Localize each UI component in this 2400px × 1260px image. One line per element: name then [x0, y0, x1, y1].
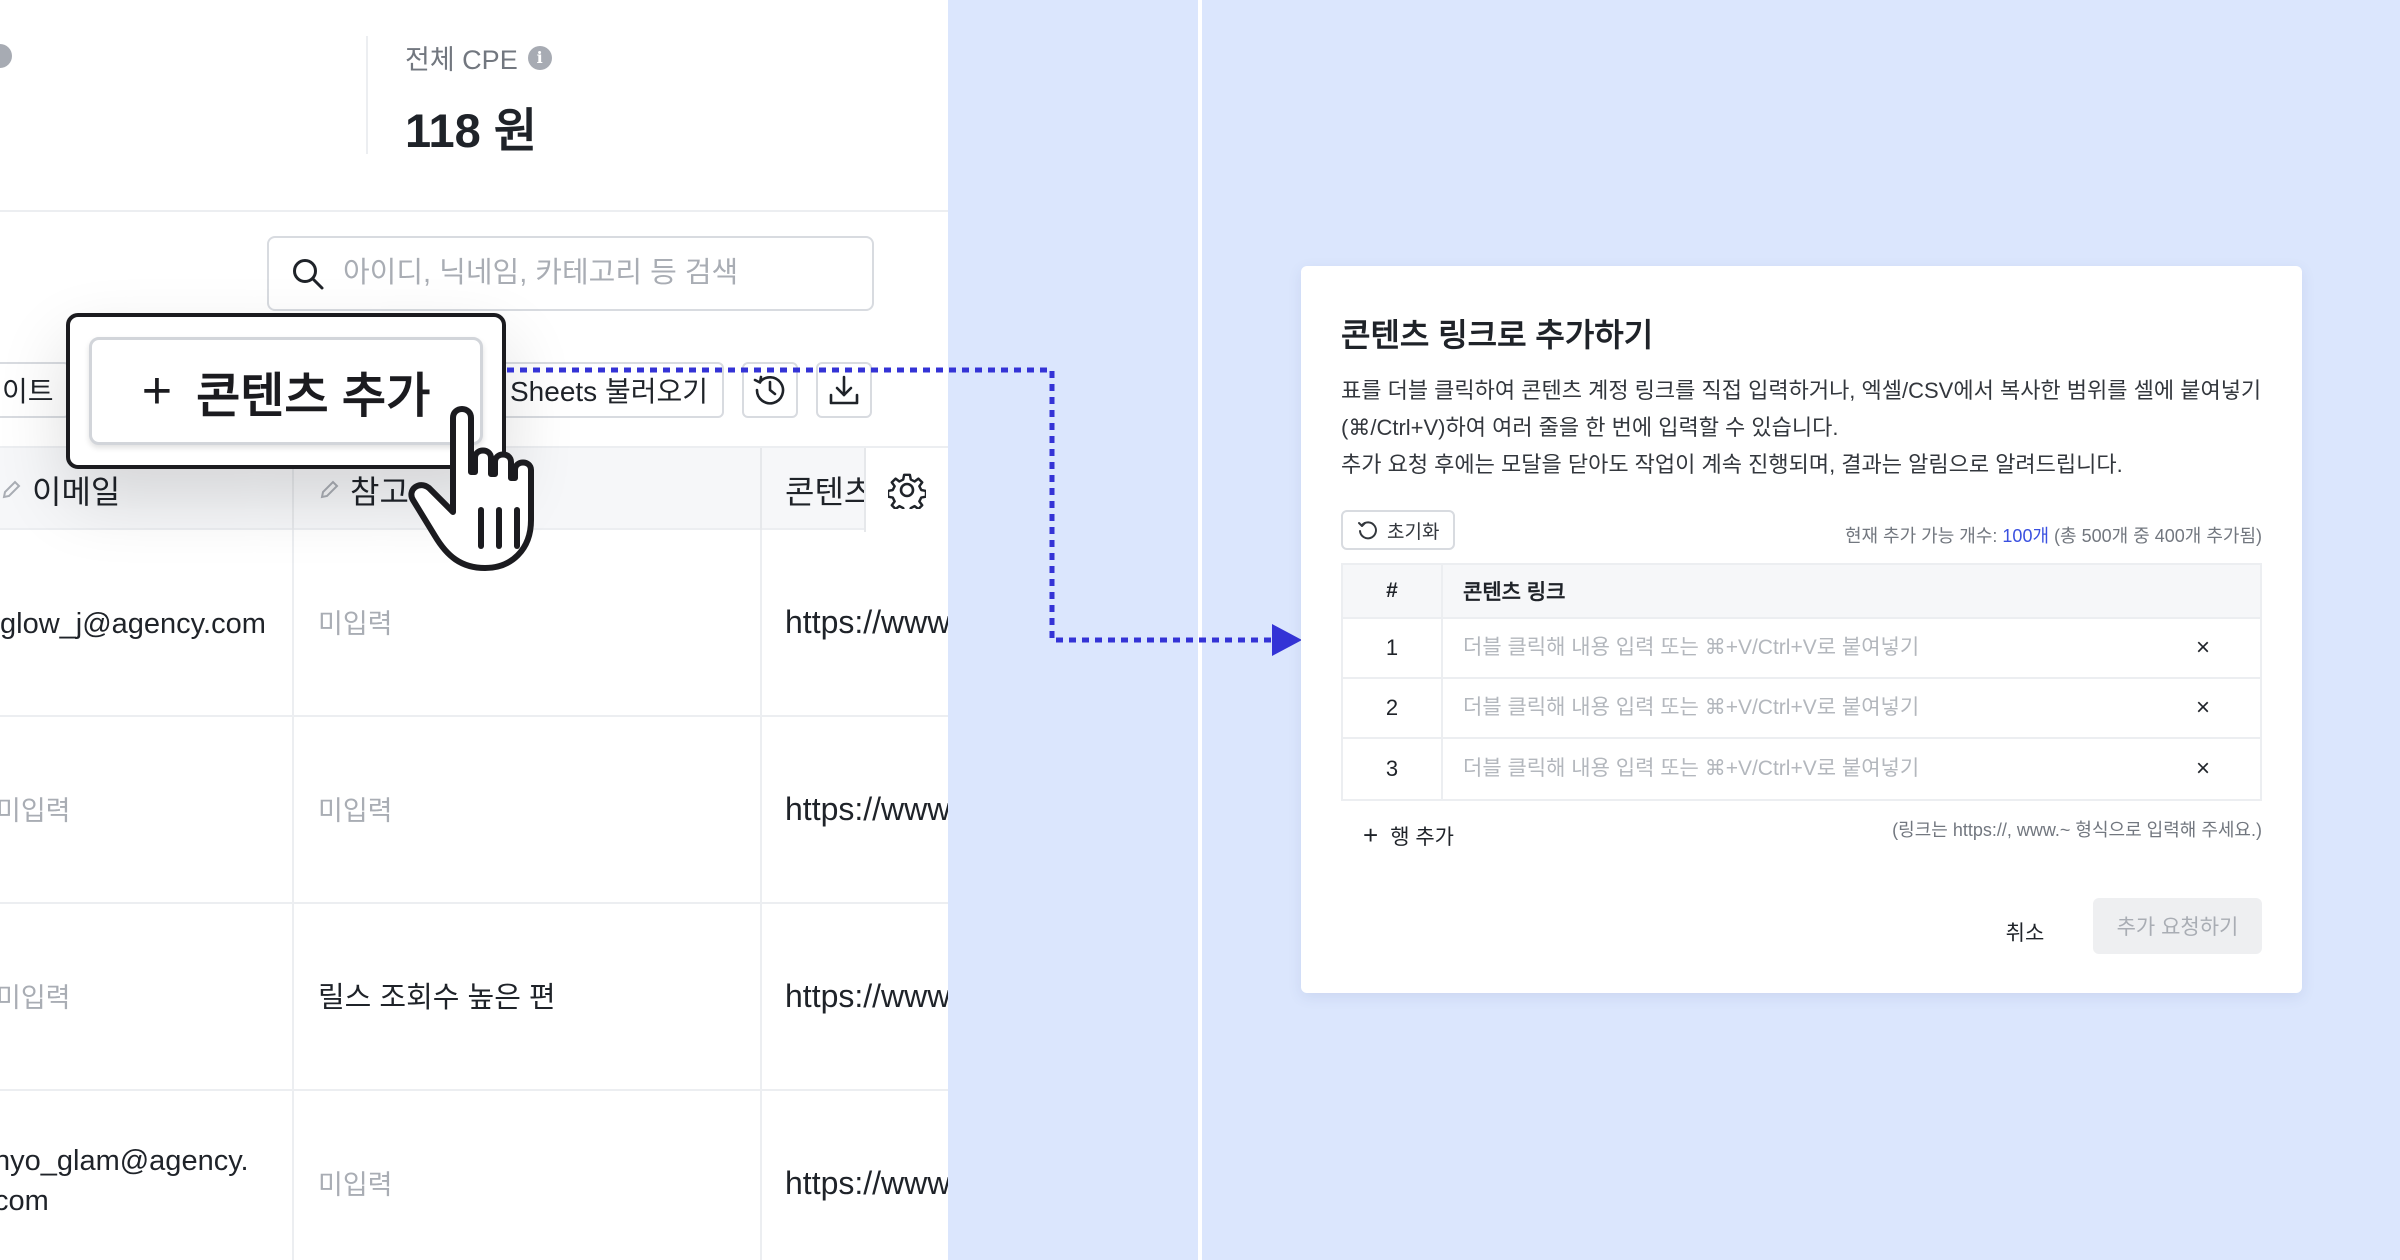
- stat-divider: [366, 36, 368, 154]
- column-header-number: #: [1343, 565, 1443, 617]
- link-input[interactable]: [1463, 757, 2063, 781]
- note-cell[interactable]: 미입력: [318, 604, 393, 644]
- info-icon[interactable]: i: [527, 45, 552, 70]
- plus-icon: +: [1363, 820, 1379, 850]
- submit-request-button[interactable]: 추가 요청하기: [2093, 898, 2262, 954]
- modal-description: 표를 더블 클릭하여 콘텐츠 계정 링크를 직접 입력하거나, 엑셀/CSV에서…: [1341, 378, 2262, 477]
- cancel-button[interactable]: 취소: [1995, 906, 2055, 958]
- total-cpe-value: 118 원: [405, 104, 538, 157]
- link-row: 1 ×: [1343, 619, 2260, 679]
- pencil-icon: [320, 480, 339, 499]
- template-button[interactable]: 이트: [0, 362, 70, 418]
- history-icon: [753, 375, 785, 405]
- content-list-panel: 전체 CPE i 118 원 이트 Sheets 불러오기: [0, 0, 948, 1260]
- reset-button[interactable]: 초기화: [1341, 510, 1456, 550]
- table-row[interactable]: 미입력 릴스 조회수 높은 편 https://www: [0, 904, 948, 1091]
- link-format-hint: (링크는 https://, www.~ 형식으로 입력해 주세요.): [1892, 820, 2262, 840]
- link-cell[interactable]: https://www: [785, 602, 948, 642]
- email-cell[interactable]: 미입력: [0, 791, 71, 831]
- divider: [0, 210, 948, 212]
- plus-icon: +: [141, 362, 173, 420]
- email-cell[interactable]: 미입력: [0, 978, 71, 1018]
- row-number: 2: [1343, 679, 1443, 737]
- search-icon: [293, 258, 324, 289]
- link-input[interactable]: [1463, 696, 2063, 720]
- close-icon[interactable]: ×: [2196, 757, 2210, 781]
- download-button[interactable]: [816, 362, 872, 418]
- link-cell[interactable]: https://www: [785, 1163, 948, 1203]
- close-icon[interactable]: ×: [2196, 636, 2210, 660]
- link-table: # 콘텐츠 링크 1 × 2 × 3 ×: [1341, 563, 2262, 801]
- row-number: 1: [1343, 619, 1443, 677]
- link-table-header: # 콘텐츠 링크: [1343, 565, 2260, 619]
- capacity-count: 100개: [2002, 526, 2050, 546]
- info-icon: [0, 44, 12, 68]
- pencil-icon: [2, 480, 21, 499]
- note-cell[interactable]: 미입력: [318, 791, 393, 831]
- search-box[interactable]: [267, 236, 874, 311]
- link-input[interactable]: [1463, 636, 2063, 660]
- table-row[interactable]: 미입력 미입력 https://www: [0, 717, 948, 904]
- email-cell[interactable]: glow_j@agency.com: [0, 604, 266, 644]
- capacity-text: 현재 추가 가능 개수: 100개 (총 500개 중 400개 추가됨): [1844, 526, 2262, 546]
- reset-icon: [1358, 521, 1377, 540]
- download-icon: [829, 375, 859, 405]
- add-by-link-modal: 콘텐츠 링크로 추가하기 표를 더블 클릭하여 콘텐츠 계정 링크를 직접 입력…: [1301, 266, 2302, 993]
- history-button[interactable]: [742, 362, 798, 418]
- modal-title: 콘텐츠 링크로 추가하기: [1341, 317, 1654, 353]
- gear-icon: [888, 473, 926, 509]
- link-cell[interactable]: https://www: [785, 976, 948, 1016]
- link-row: 3 ×: [1343, 739, 2260, 799]
- column-header-content[interactable]: 콘텐츠: [785, 448, 873, 532]
- email-cell[interactable]: nyo_glam@agency. com: [0, 1141, 249, 1221]
- column-separator: [760, 448, 762, 532]
- search-input[interactable]: [343, 257, 843, 290]
- close-icon[interactable]: ×: [2196, 696, 2210, 720]
- column-settings-button[interactable]: [864, 448, 948, 532]
- table-row[interactable]: nyo_glam@agency. com 미입력 https://www: [0, 1091, 948, 1260]
- add-row-button[interactable]: + 행 추가: [1363, 820, 1454, 851]
- row-number: 3: [1343, 739, 1443, 799]
- panel-divider: [1198, 0, 1202, 1260]
- total-cpe-label: 전체 CPE i: [405, 38, 552, 77]
- note-cell[interactable]: 릴스 조회수 높은 편: [318, 978, 556, 1018]
- note-cell[interactable]: 미입력: [318, 1165, 393, 1205]
- column-header-link: 콘텐츠 링크: [1463, 581, 1566, 604]
- link-row: 2 ×: [1343, 679, 2260, 739]
- hand-pointer-icon: [408, 406, 534, 571]
- link-cell[interactable]: https://www: [785, 789, 948, 829]
